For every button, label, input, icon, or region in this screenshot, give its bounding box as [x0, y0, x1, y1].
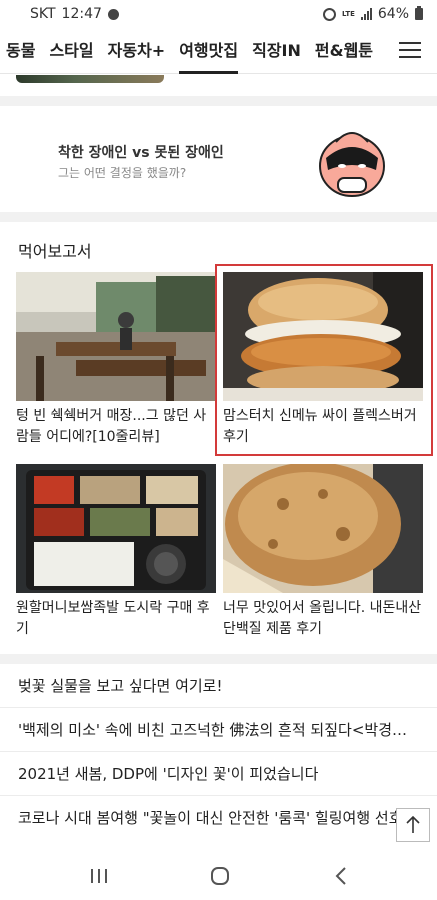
notification-dot-icon	[107, 8, 119, 20]
apeach-character-icon	[319, 132, 385, 197]
food-card-selected[interactable]: 맘스터치 신메뉴 싸이 플렉스버거 후기	[215, 264, 433, 456]
battery-icon	[415, 6, 423, 20]
category-tab-bar: 동물 스타일 자동차+ 여행맛집 직장IN 펀&웹툰	[0, 28, 437, 74]
recent-apps-icon[interactable]	[87, 864, 111, 888]
food-card[interactable]: 원할머니보쌈족발 도시락 구매 후기	[16, 464, 218, 640]
category-tabs: 동물 스타일 자동차+ 여행맛집 직장IN 펀&웹툰	[6, 28, 373, 74]
list-item[interactable]: 코로나 시대 봄여행 "꽃놀이 대신 안전한 '룸콕' 힐링여행 선호"	[0, 796, 437, 840]
section-title: 먹어보고서	[18, 242, 92, 261]
previous-article-image[interactable]	[16, 75, 164, 83]
section-divider	[0, 212, 437, 222]
section-divider	[0, 96, 437, 106]
section-divider	[0, 654, 437, 664]
tab-work[interactable]: 직장IN	[252, 28, 301, 74]
battery-percent: 64%	[377, 6, 409, 22]
food-card[interactable]: 텅 빈 쉑쉑버거 매장...그 많던 사람들 어디에?[10줄리뷰]	[16, 272, 218, 448]
food-card-caption: 너무 맛있어서 올립니다. 내돈내산 단백질 제품 후기	[223, 600, 422, 637]
back-icon[interactable]	[330, 864, 354, 888]
scroll-to-top-button[interactable]	[396, 808, 430, 842]
food-card-caption: 맘스터치 신메뉴 싸이 플렉스버거 후기	[223, 408, 417, 445]
promo-subtitle: 그는 어떤 결정을 했을까?	[58, 166, 187, 180]
tab-animals[interactable]: 동물	[6, 28, 35, 74]
list-item[interactable]: '백제의 미소' 속에 비친 고즈넉한 佛法의 흔적 되짚다<박경일…	[0, 708, 437, 752]
network-type: LTE	[342, 9, 355, 18]
protein-cookie-image	[223, 464, 423, 593]
arrow-up-icon	[406, 816, 420, 833]
system-navigation-bar	[0, 852, 437, 900]
tab-style[interactable]: 스타일	[49, 28, 93, 74]
chicken-burger-image	[223, 272, 423, 401]
clock: 12:47	[61, 6, 102, 22]
status-bar: SKT 12:47 LTE 64%	[0, 0, 437, 28]
promo-banner[interactable]: 착한 장애인 vs 못된 장애인 그는 어떤 결정을 했을까?	[0, 106, 437, 211]
article-list: 벚꽃 실물을 보고 싶다면 여기로! '백제의 미소' 속에 비친 고즈넉한 佛…	[0, 664, 437, 840]
food-card-caption: 원할머니보쌈족발 도시락 구매 후기	[16, 600, 210, 637]
list-item[interactable]: 벚꽃 실물을 보고 싶다면 여기로!	[0, 664, 437, 708]
lunchbox-image	[16, 464, 216, 593]
tab-fun-webtoon[interactable]: 펀&웹툰	[315, 28, 373, 74]
home-icon[interactable]	[208, 864, 232, 888]
carrier-label: SKT	[30, 6, 56, 22]
promo-title: 착한 장애인 vs 못된 장애인	[58, 145, 224, 161]
alarm-icon	[323, 7, 337, 21]
tab-cars[interactable]: 자동차+	[108, 28, 166, 74]
list-item[interactable]: 2021년 새봄, DDP에 '디자인 꽃'이 피었습니다	[0, 752, 437, 796]
food-card-caption: 텅 빈 쉑쉑버거 매장...그 많던 사람들 어디에?[10줄리뷰]	[16, 408, 207, 445]
tab-travel-food[interactable]: 여행맛집	[179, 28, 238, 74]
signal-icon	[360, 8, 372, 20]
hamburger-menu-icon[interactable]	[399, 42, 421, 60]
food-card[interactable]: 너무 맛있어서 올립니다. 내돈내산 단백질 제품 후기	[223, 464, 425, 640]
restaurant-interior-image	[16, 272, 216, 401]
